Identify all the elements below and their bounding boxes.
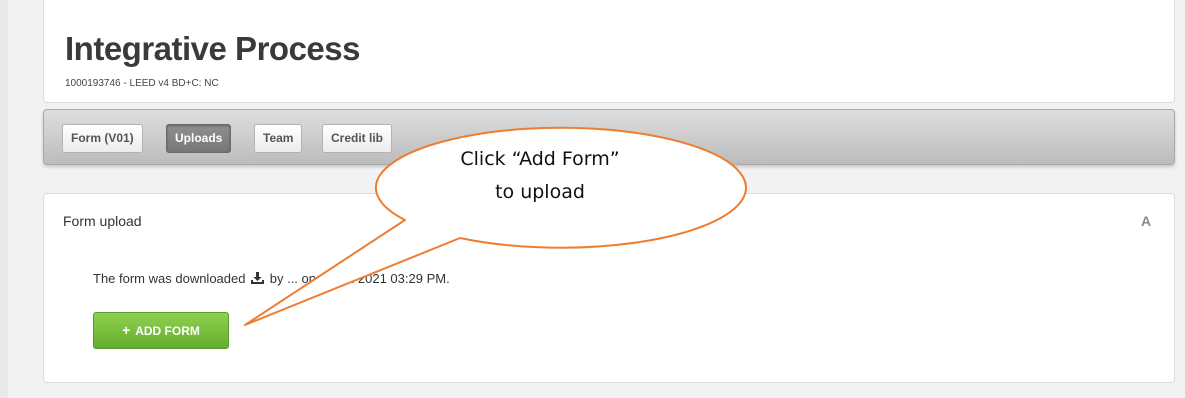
- download-status: The form was downloaded by ... on 21 Jul…: [93, 271, 450, 286]
- card-title: Form upload: [63, 213, 142, 229]
- tab-team[interactable]: Team: [254, 124, 303, 153]
- page-title: Integrative Process: [65, 30, 360, 67]
- form-upload-card: [43, 193, 1175, 383]
- corner-a-icon[interactable]: A: [1141, 213, 1155, 229]
- page-subtitle: 1000193746 - LEED v4 BD+C: NC: [65, 78, 219, 89]
- page-gutter: [0, 0, 8, 398]
- callout-text: Click “Add Form” to upload: [395, 143, 685, 209]
- add-form-button[interactable]: + ADD FORM: [93, 312, 229, 349]
- tab-form[interactable]: Form (V01): [62, 124, 143, 153]
- download-status-suffix: by ... on 21 Jul 2021 03:29 PM.: [269, 271, 450, 286]
- add-form-label: ADD FORM: [135, 324, 200, 338]
- callout-line-2: to upload: [495, 181, 585, 203]
- download-icon[interactable]: [251, 272, 265, 284]
- plus-icon: +: [122, 322, 131, 338]
- download-status-prefix: The form was downloaded: [93, 271, 246, 286]
- callout-line-1: Click “Add Form”: [460, 148, 620, 170]
- tab-credit-library[interactable]: Credit lib: [322, 124, 393, 153]
- tab-uploads[interactable]: Uploads: [166, 124, 232, 153]
